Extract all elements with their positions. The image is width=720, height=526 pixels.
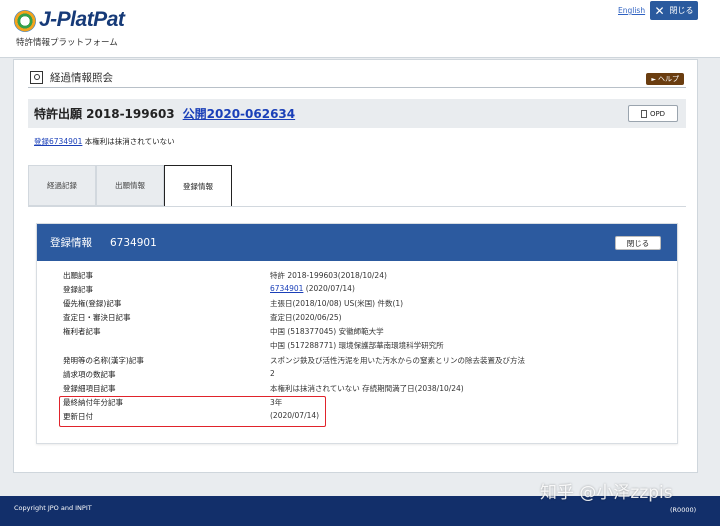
- row-value: 中国 (517288771) 環境保護部華南環境科学研究所: [270, 341, 444, 351]
- application-number: 特許出願 2018-199603: [34, 107, 175, 121]
- tab-bar: 経過記録 出願情報 登録情報: [28, 165, 232, 207]
- row-value: 2: [270, 368, 275, 378]
- row-key: 登録記事: [63, 285, 93, 295]
- help-button[interactable]: ► ヘルプ: [646, 73, 684, 85]
- watermark: 知乎 @小泽zzpis: [540, 483, 673, 503]
- row-value: 査定日(2020/06/25): [270, 313, 342, 323]
- help-label: ヘルプ: [658, 75, 679, 83]
- close-window-label: 閉じる: [669, 6, 694, 15]
- logo-text: J-PlatPat: [39, 8, 125, 31]
- card-title: 登録情報: [50, 237, 92, 249]
- logo-mark-icon: [14, 10, 36, 32]
- english-link[interactable]: English: [618, 6, 645, 15]
- play-icon: ►: [651, 76, 656, 83]
- row-key: 発明等の名称(漢字)記事: [63, 355, 144, 365]
- close-icon: ✕: [654, 3, 665, 18]
- search-icon: [30, 71, 43, 84]
- main-panel: 経過情報照会 ► ヘルプ 特許出願 2018-199603 公開2020-0626…: [13, 59, 698, 473]
- registration-status: 登録6734901 本権利は抹消されていない: [34, 136, 175, 147]
- row-key: 出願記事: [63, 271, 93, 280]
- row-key: 最終納付年分記事: [63, 397, 123, 407]
- card-close-button[interactable]: 閉じる: [615, 236, 661, 250]
- row-value: 本権利は抹消されていない 存続期間満了日(2038/10/24): [270, 383, 464, 393]
- row-value: 中国 (518377045) 安徽師範大学: [270, 327, 384, 337]
- opd-button[interactable]: OPD: [628, 105, 678, 122]
- jplatpat-logo[interactable]: J-PlatPat 特許情報プラットフォーム: [14, 8, 134, 48]
- row-value: (2020/07/14): [270, 410, 320, 420]
- copyright-text: Copyright JPO and INPIT: [14, 504, 92, 512]
- tab-application-info[interactable]: 出願情報: [96, 165, 164, 206]
- top-header: J-PlatPat 特許情報プラットフォーム English ✕ 閉じる: [0, 0, 720, 58]
- publication-link[interactable]: 公開2020-062634: [183, 105, 295, 122]
- row-value: スポンジ鉄及び活性汚泥を用いた汚水からの窒素とリンの除去装置及び方法: [270, 355, 525, 365]
- row-key: 査定日・審決日記事: [63, 313, 131, 323]
- opd-label: OPD: [649, 109, 666, 118]
- row-key: 請求項の数記事: [63, 369, 116, 379]
- row-key: 更新日付: [63, 411, 93, 421]
- section-header: 経過情報照会 ► ヘルプ: [28, 68, 686, 88]
- row-value: 6734901 (2020/07/14): [270, 284, 355, 293]
- row-key: 権利者記事: [63, 327, 101, 337]
- registration-link[interactable]: 登録6734901: [34, 137, 82, 146]
- tab-progress-record[interactable]: 経過記録: [28, 165, 96, 206]
- row-key: 優先権(登録)記事: [63, 299, 122, 309]
- registration-date: (2020/07/14): [303, 284, 355, 294]
- tab-divider: [28, 206, 686, 207]
- row-key: 登録細項目記事: [63, 383, 116, 393]
- logo-subtitle: 特許情報プラットフォーム: [16, 38, 118, 48]
- document-icon: [640, 109, 647, 118]
- registration-status-text: 本権利は抹消されていない: [82, 137, 175, 146]
- section-title: 経過情報照会: [50, 72, 113, 84]
- row-value: 主張日(2018/10/08) US(米国) 件数(1): [270, 299, 404, 309]
- application-bar: 特許出願 2018-199603 公開2020-062634 OPD: [28, 99, 686, 128]
- registration-number-link[interactable]: 6734901: [270, 284, 303, 293]
- row-value: 3年: [270, 397, 283, 407]
- registration-card: 登録情報 6734901 閉じる 出願記事 特許 2018-199603(2018…: [36, 223, 678, 444]
- card-reg-number: 6734901: [110, 236, 157, 249]
- close-window-button[interactable]: ✕ 閉じる: [650, 1, 698, 20]
- card-header: 登録情報 6734901 閉じる: [37, 224, 677, 261]
- tab-registration-info[interactable]: 登録情報: [164, 165, 232, 207]
- footer-code: (R0000): [670, 506, 697, 514]
- row-value: 特許 2018-199603(2018/10/24): [270, 271, 387, 280]
